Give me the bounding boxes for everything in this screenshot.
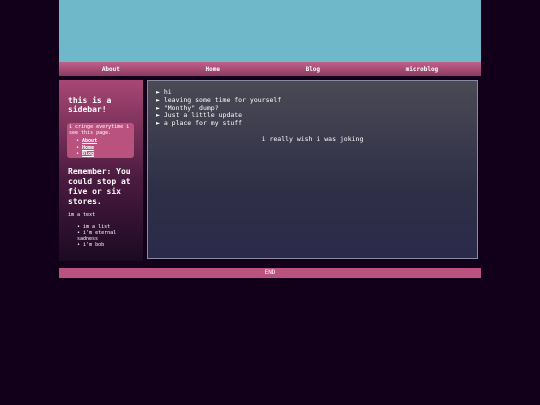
sidebar-links: About Home Blog [76, 138, 97, 158]
sidebar-box: i cringe everytime i see this page. Abou… [67, 123, 134, 158]
nav-home[interactable]: Home [206, 66, 220, 73]
sidebar: this is a sidebar! i cringe everytime i … [59, 80, 143, 261]
sidebar-remember: Remember: You could stop at five or six … [68, 167, 131, 206]
sidebar-link-home[interactable]: Home [82, 145, 94, 151]
sidebar-link-about[interactable]: About [82, 138, 97, 144]
nav-about[interactable]: About [102, 66, 120, 73]
sidebar-list: im a list i'm eternal sadness i'm bob [77, 224, 137, 248]
post-list: hi leaving some time for yourself "Month… [156, 88, 281, 128]
list-item: i'm eternal sadness [77, 230, 137, 242]
header-banner [59, 0, 481, 62]
main-area: this is a sidebar! i cringe everytime i … [59, 80, 481, 265]
nav-blog[interactable]: Blog [306, 66, 320, 73]
nav-microblog[interactable]: microblog [406, 66, 439, 73]
footer: END [59, 268, 481, 278]
post-item[interactable]: a place for my stuff [156, 119, 281, 128]
list-item: i'm bob [77, 242, 137, 248]
content-panel: hi leaving some time for yourself "Month… [147, 80, 478, 259]
sidebar-link-blog[interactable]: Blog [82, 151, 94, 157]
sidebar-title: this is a sidebar! [68, 96, 112, 114]
top-nav: About Home Blog microblog [59, 62, 481, 76]
content-quote: i really wish i was joking [261, 135, 364, 143]
sidebar-text: im a text [68, 212, 96, 218]
sidebar-link-item: Blog [76, 151, 97, 158]
sidebar-note: i cringe everytime i see this page. [69, 124, 130, 136]
page-wrapper: About Home Blog microblog this is a side… [59, 0, 481, 278]
